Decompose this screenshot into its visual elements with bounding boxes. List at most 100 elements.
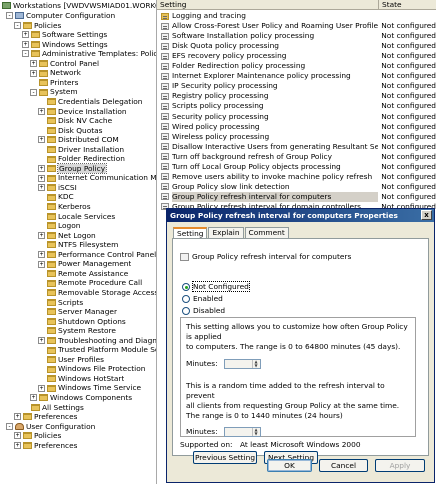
list-row[interactable]: Folder Redirection policy processing Not …: [157, 61, 436, 71]
expand-icon[interactable]: +: [38, 136, 45, 144]
tree-item[interactable]: Driver Installation: [38, 145, 124, 155]
apply-button[interactable]: Apply: [375, 459, 425, 472]
collapse-icon[interactable]: -: [6, 422, 13, 430]
radio-disabled[interactable]: Disabled: [182, 306, 225, 315]
list-row[interactable]: Wired policy processing Not configured: [157, 122, 436, 132]
tree-item[interactable]: + Net Logon: [38, 231, 96, 241]
expand-icon[interactable]: +: [22, 31, 29, 39]
tree-item[interactable]: Logon: [38, 221, 80, 231]
list-row[interactable]: Software Installation policy processing N…: [157, 31, 436, 41]
list-row[interactable]: Security policy processing Not configured: [157, 112, 436, 122]
expand-icon[interactable]: +: [14, 442, 21, 449]
tree-item[interactable]: System Restore: [38, 326, 116, 336]
tree-item[interactable]: Windows HotStart: [38, 374, 124, 384]
list-row[interactable]: Disk Quota policy processing Not configur…: [157, 41, 436, 51]
tree-item[interactable]: + Network: [30, 68, 81, 78]
tree-item[interactable]: + Device Installation: [38, 107, 127, 117]
cancel-button[interactable]: Cancel: [319, 459, 368, 472]
tree-item[interactable]: + Policies: [14, 431, 61, 441]
random-offset-spinner[interactable]: ▲ ▼: [223, 427, 261, 437]
expand-icon[interactable]: +: [30, 69, 37, 77]
radio-enabled[interactable]: Enabled: [182, 294, 223, 303]
column-state-header[interactable]: State: [379, 0, 436, 9]
tab-comment[interactable]: Comment: [244, 227, 289, 238]
list-row[interactable]: Turn off Local Group Policy objects proc…: [157, 162, 436, 172]
spinner-arrows-icon[interactable]: ▲ ▼: [251, 360, 260, 368]
tree-item[interactable]: + Group Policy: [38, 162, 108, 175]
list-row[interactable]: Internet Explorer Maintenance policy pro…: [157, 71, 436, 81]
tree-item[interactable]: - Computer Configuration: [6, 11, 115, 21]
tree-item[interactable]: + Internet Communication Ma: [38, 173, 156, 183]
tree-item[interactable]: Credentials Delegation: [38, 97, 142, 107]
expand-icon[interactable]: +: [30, 60, 37, 67]
tree-item[interactable]: + Troubleshooting and Diagno: [38, 336, 156, 346]
tree-item[interactable]: - System: [30, 87, 78, 97]
tree-item[interactable]: Shutdown Options: [38, 317, 126, 327]
list-row[interactable]: Turn off background refresh of Group Pol…: [157, 152, 436, 162]
column-setting-header[interactable]: Setting: [157, 0, 379, 9]
expand-icon[interactable]: +: [14, 413, 21, 421]
list-row[interactable]: Group Policy refresh interval for comput…: [157, 191, 436, 202]
tree-item[interactable]: + Performance Control Panel: [38, 250, 156, 260]
list-row[interactable]: EFS recovery policy processing Not config…: [157, 51, 436, 61]
dialog-titlebar[interactable]: Group Policy refresh interval for comput…: [167, 209, 434, 222]
console-tree[interactable]: Workstations [VWDVWSMIAD01.WORKCOVER...-…: [0, 0, 157, 484]
list-row[interactable]: Registry policy processing Not configured: [157, 91, 436, 101]
tree-item[interactable]: Kerberos: [38, 202, 91, 212]
tree-item[interactable]: Windows File Protection: [38, 364, 145, 374]
list-row[interactable]: Allow Cross-Forest User Policy and Roami…: [157, 21, 436, 31]
tree-item[interactable]: - Policies: [14, 21, 61, 31]
expand-icon[interactable]: +: [38, 251, 45, 258]
tree-item[interactable]: All Settings: [22, 403, 84, 413]
tree-item[interactable]: Remote Assistance: [38, 269, 128, 279]
tree-item[interactable]: + Preferences: [14, 441, 77, 451]
tree-item[interactable]: + Windows Components: [30, 393, 132, 403]
expand-icon[interactable]: +: [38, 336, 45, 344]
collapse-icon[interactable]: -: [6, 12, 13, 20]
list-row[interactable]: Group Policy slow link detection Not conf…: [157, 182, 436, 192]
collapse-icon[interactable]: -: [22, 50, 29, 58]
spinner-arrows-icon[interactable]: ▲ ▼: [251, 428, 260, 436]
expand-icon[interactable]: +: [22, 40, 29, 48]
tree-item[interactable]: Disk Quotas: [38, 126, 103, 136]
expand-icon[interactable]: +: [38, 184, 45, 192]
collapse-icon[interactable]: -: [14, 21, 21, 29]
list-row[interactable]: Remove users ability to invoke machine p…: [157, 172, 436, 182]
tree-item[interactable]: Folder Redirection: [38, 154, 125, 164]
expand-icon[interactable]: +: [38, 260, 45, 268]
tree-item[interactable]: Server Manager: [38, 307, 117, 317]
tree-item[interactable]: Disk NV Cache: [38, 116, 112, 126]
tree-item[interactable]: + Power Management: [38, 259, 131, 269]
tree-item[interactable]: + Software Settings: [22, 30, 107, 40]
list-folder-row[interactable]: Logging and tracing: [157, 11, 436, 21]
tree-item[interactable]: + Windows Time Service: [38, 383, 141, 393]
expand-icon[interactable]: +: [38, 174, 45, 182]
tree-root[interactable]: Workstations [VWDVWSMIAD01.WORKCOVER...: [2, 1, 156, 11]
expand-icon[interactable]: +: [14, 432, 21, 440]
tree-item[interactable]: + Distributed COM: [38, 135, 119, 145]
tree-item[interactable]: - Administrative Templates: Policy de: [22, 49, 156, 59]
tree-item[interactable]: Remote Procedure Call: [38, 278, 142, 288]
tree-item[interactable]: + Windows Settings: [22, 40, 108, 50]
tree-item[interactable]: + Control Panel: [30, 59, 99, 69]
expand-icon[interactable]: +: [38, 384, 45, 392]
expand-icon[interactable]: +: [38, 165, 45, 173]
ok-button[interactable]: OK: [267, 459, 312, 472]
list-row[interactable]: Wireless policy processing Not configured: [157, 132, 436, 142]
tree-item[interactable]: Printers: [30, 78, 78, 88]
expand-icon[interactable]: +: [38, 231, 45, 239]
list-row[interactable]: Disallow Interactive Users from generati…: [157, 142, 436, 152]
close-icon[interactable]: x: [421, 210, 432, 220]
tree-item[interactable]: Removable Storage Access: [38, 288, 156, 298]
tree-item[interactable]: Locale Services: [38, 212, 115, 222]
tree-item[interactable]: + Preferences: [14, 412, 77, 422]
expand-icon[interactable]: +: [38, 107, 45, 115]
collapse-icon[interactable]: -: [30, 88, 37, 96]
radio-not-configured[interactable]: Not Configured: [182, 281, 250, 292]
expand-icon[interactable]: +: [30, 394, 37, 402]
list-row[interactable]: Scripts policy processing Not configured: [157, 101, 436, 111]
tree-item[interactable]: - User Configuration: [6, 422, 95, 432]
tree-item[interactable]: NTFS Filesystem: [38, 240, 118, 250]
tree-item[interactable]: Trusted Platform Module Ser: [38, 345, 156, 355]
list-row[interactable]: IP Security policy processing Not configu…: [157, 81, 436, 91]
